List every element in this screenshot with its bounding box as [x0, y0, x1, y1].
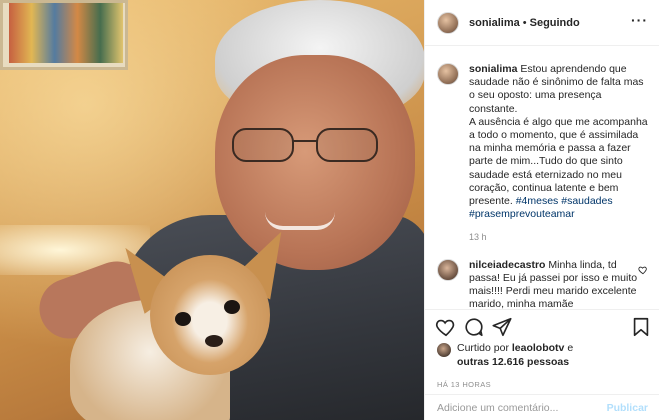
caption-body: sonialima Estou aprendendo que saudade n… [469, 63, 648, 245]
header-separator: • [522, 16, 527, 29]
heart-icon[interactable] [435, 316, 457, 338]
comment-input[interactable]: Adicione um comentário... [437, 402, 558, 414]
post-photo[interactable] [0, 0, 424, 420]
caption-text-2: A ausência é algo que me acompanha a tod… [469, 115, 648, 208]
caption: sonialima Estou aprendendo que saudade n… [437, 63, 648, 245]
comment-body: nilceiadecastro Minha linda, td passa! E… [469, 259, 639, 309]
photo-dog-head [150, 255, 270, 375]
post-header: sonialima • Seguindo ··· [425, 0, 659, 46]
action-icons-row [435, 316, 650, 342]
comments-list[interactable]: sonialima Estou aprendendo que saudade n… [425, 47, 659, 309]
author-avatar[interactable] [437, 11, 459, 34]
bookmark-icon[interactable] [630, 316, 652, 338]
likes-suffix: e [567, 342, 574, 354]
hashtag-link[interactable]: #4meses [516, 195, 559, 207]
comment-item: nilceiadecastro Minha linda, td passa! E… [437, 258, 648, 309]
share-icon[interactable] [491, 316, 513, 338]
likes-others-link[interactable]: outras 12.616 pessoas [457, 356, 569, 368]
follow-status-button[interactable]: Seguindo [530, 17, 580, 29]
photo-wall-painting [0, 0, 128, 70]
commenter-username[interactable]: nilceiadecastro [469, 259, 545, 271]
photo-dog-nose [205, 335, 223, 347]
commenter-avatar[interactable] [437, 258, 459, 281]
photo-man-smile [265, 212, 335, 230]
post-side-panel: sonialima • Seguindo ··· sonialima Estou… [424, 0, 659, 420]
comment-like-heart-icon[interactable] [638, 265, 648, 275]
post-actions: Curtido por leaolobotv e outras 12.616 p… [425, 309, 659, 420]
publish-button[interactable]: Publicar [607, 402, 648, 414]
likes-prefix: Curtido por [457, 342, 509, 354]
photo-dog-eye-left [175, 312, 191, 326]
author-username[interactable]: sonialima [469, 17, 520, 29]
comment-icon[interactable] [463, 316, 485, 338]
liker-avatar[interactable] [437, 343, 451, 357]
likes-text: Curtido por leaolobotv e outras 12.616 p… [457, 342, 573, 369]
add-comment-bar: Adicione um comentário... Publicar [425, 394, 659, 420]
photo-man-glasses [232, 128, 392, 168]
likes-summary: Curtido por leaolobotv e outras 12.616 p… [437, 342, 652, 369]
hashtag-link[interactable]: #saudades [561, 195, 612, 207]
caption-avatar[interactable] [437, 63, 459, 85]
caption-username[interactable]: sonialima [469, 63, 517, 75]
caption-time[interactable]: 13 h [469, 231, 648, 244]
ellipsis-icon[interactable]: ··· [631, 13, 648, 27]
post-timestamp[interactable]: HÁ 13 HORAS [437, 380, 491, 389]
hashtag-link[interactable]: #prasemprevouteamar [469, 208, 575, 220]
liker-username[interactable]: leaolobotv [512, 342, 565, 354]
photo-dog-eye-right [224, 300, 240, 314]
